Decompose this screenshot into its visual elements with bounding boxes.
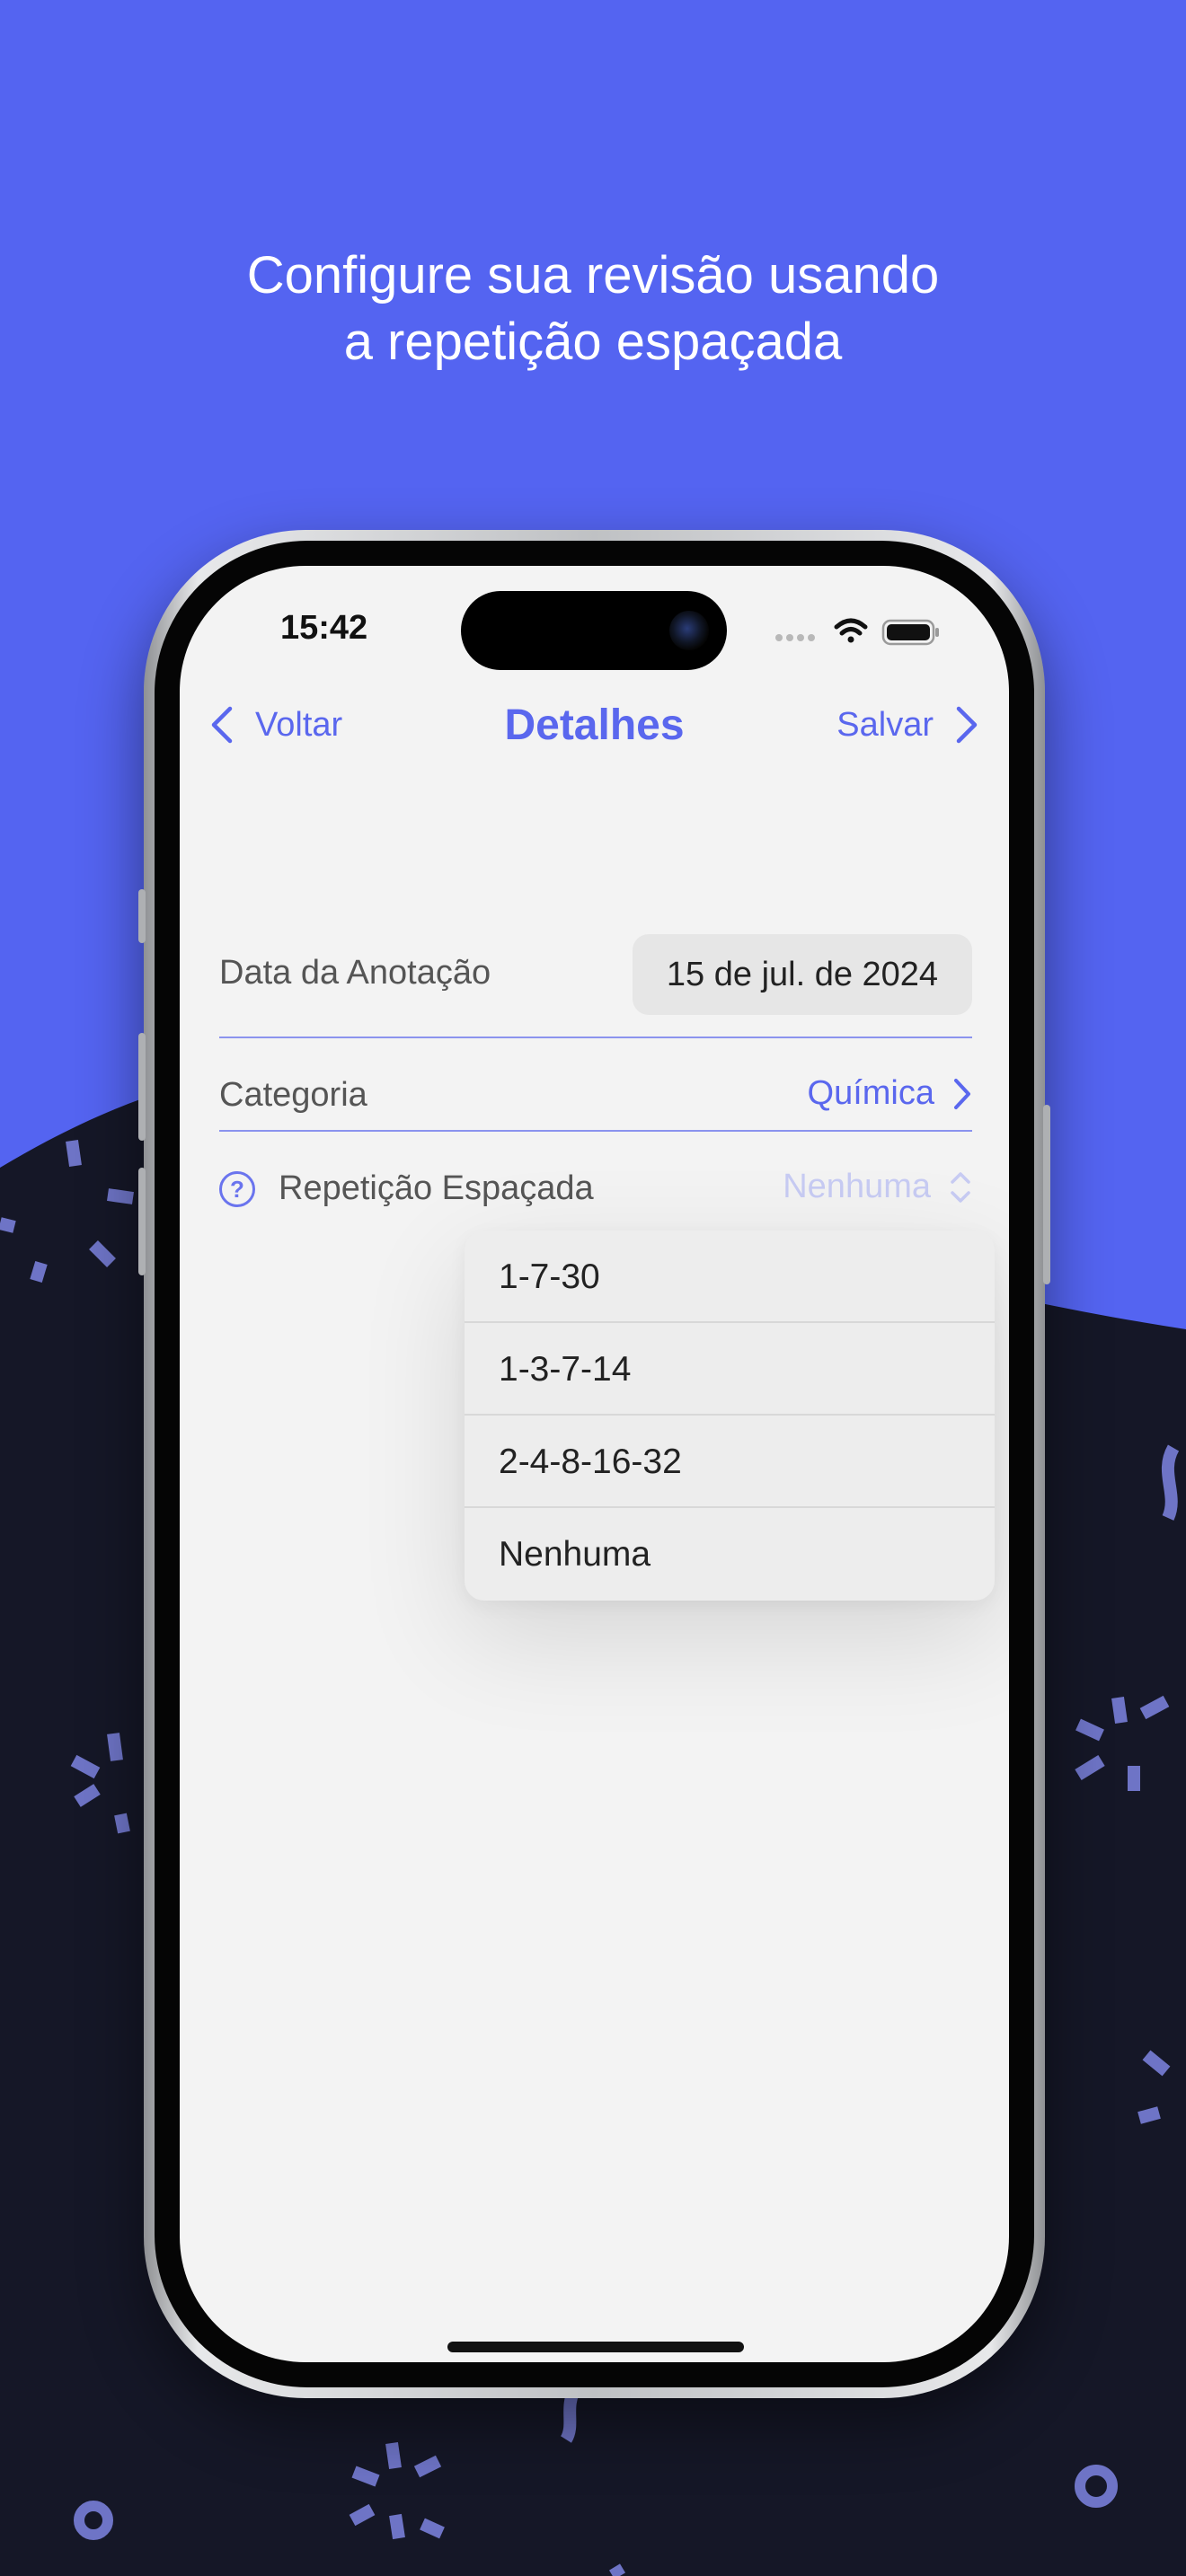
status-time: 15:42 (280, 609, 368, 647)
chevron-right-icon (956, 706, 978, 744)
divider (219, 1037, 972, 1038)
category-selector[interactable]: Química (808, 1074, 972, 1113)
phone-frame: 15:42 Voltar Detalhes Salvar Data da Ano… (138, 530, 1050, 2398)
repetition-menu: 1-7-30 1-3-7-14 2-4-8-16-32 Nenhuma (465, 1231, 995, 1601)
chevron-right-icon (954, 1078, 970, 1109)
menu-option[interactable]: 1-3-7-14 (465, 1323, 995, 1416)
date-label: Data da Anotação (219, 954, 491, 992)
battery-icon (881, 619, 939, 646)
status-icons (775, 616, 946, 650)
power-button (1043, 1105, 1050, 1284)
chevron-up-down-icon (951, 1171, 970, 1203)
home-indicator[interactable] (447, 2342, 744, 2352)
date-row: Data da Anotação 15 de jul. de 2024 (219, 934, 972, 1015)
help-icon[interactable]: ? (219, 1171, 255, 1207)
volume-down-button (138, 1168, 146, 1275)
category-value: Química (807, 1074, 934, 1112)
headline-line-1: Configure sua revisão usando (246, 246, 940, 304)
divider (219, 1130, 972, 1132)
category-row[interactable]: Categoria Química (219, 1069, 972, 1123)
date-picker[interactable]: 15 de jul. de 2024 (633, 934, 972, 1015)
dynamic-island (461, 591, 727, 670)
action-button (138, 889, 146, 943)
menu-option[interactable]: 1-7-30 (465, 1231, 995, 1323)
save-button[interactable]: Salvar (836, 705, 978, 745)
menu-option[interactable]: 2-4-8-16-32 (465, 1416, 995, 1508)
category-label: Categoria (219, 1076, 367, 1114)
repetition-value: Nenhuma (783, 1168, 931, 1205)
repetition-selector[interactable]: Nenhuma (783, 1168, 972, 1206)
menu-option[interactable]: Nenhuma (465, 1508, 995, 1601)
phone-screen: 15:42 Voltar Detalhes Salvar Data da Ano… (180, 566, 1009, 2362)
headline: Configure sua revisão usando a repetição… (0, 243, 1186, 375)
signal-dots-icon (775, 634, 815, 641)
headline-line-2: a repetição espaçada (343, 313, 843, 371)
camera-icon (669, 611, 709, 650)
repetition-row: ? Repetição Espaçada Nenhuma (219, 1162, 972, 1216)
save-label: Salvar (836, 705, 934, 744)
wifi-icon (834, 618, 868, 643)
repetition-label: Repetição Espaçada (279, 1169, 594, 1207)
volume-up-button (138, 1033, 146, 1141)
